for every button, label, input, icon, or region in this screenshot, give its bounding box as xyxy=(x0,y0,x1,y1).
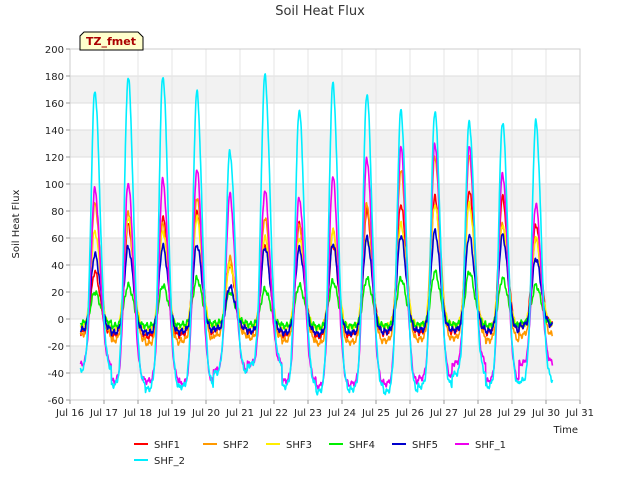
y-tick-label: 80 xyxy=(51,207,64,218)
x-tick-label: Jul 19 xyxy=(157,408,186,419)
x-tick-label: Jul 20 xyxy=(191,408,220,419)
y-tick-label: 160 xyxy=(45,99,64,110)
chart-title: Soil Heat Flux xyxy=(275,4,365,19)
plot-band xyxy=(70,76,580,103)
y-tick-label: 40 xyxy=(51,261,64,272)
y-tick-label: 60 xyxy=(51,234,64,245)
y-tick-label: 140 xyxy=(45,126,64,137)
y-tick-label: -20 xyxy=(48,342,64,353)
x-tick-label: Jul 26 xyxy=(395,408,424,419)
y-tick-label: 200 xyxy=(45,45,64,56)
legend-label: SHF3 xyxy=(286,440,312,451)
y-axis-label: Soil Heat Flux xyxy=(11,189,22,258)
y-tick-label: -60 xyxy=(48,396,64,407)
x-tick-label: Jul 24 xyxy=(327,408,356,419)
legend-label: SHF2 xyxy=(223,440,249,451)
x-tick-label: Jul 31 xyxy=(565,408,594,419)
legend-label: SHF_1 xyxy=(475,440,506,451)
x-tick-label: Jul 16 xyxy=(55,408,84,419)
y-tick-label: 100 xyxy=(45,180,64,191)
legend-label: SHF4 xyxy=(349,440,375,451)
plot-band xyxy=(70,49,580,76)
y-tick-label: 120 xyxy=(45,153,64,164)
x-tick-label: Jul 28 xyxy=(463,408,492,419)
station-badge-label: TZ_fmet xyxy=(86,35,136,48)
soil-heat-flux-chart: -60 -40 -20 0 20 40 60 80 100 120 140 160 180 200 Jul … xyxy=(0,0,640,480)
station-badge: TZ_fmet xyxy=(79,31,144,51)
x-tick-label: Jul 17 xyxy=(89,408,118,419)
x-tick-label: Jul 18 xyxy=(123,408,152,419)
x-tick-label: Jul 25 xyxy=(361,408,390,419)
x-tick-label: Jul 23 xyxy=(293,408,322,419)
legend-label: SHF5 xyxy=(412,440,438,451)
y-tick-label: -40 xyxy=(48,369,64,380)
legend-label: SHF1 xyxy=(154,440,180,451)
x-tick-label: Jul 30 xyxy=(531,408,560,419)
y-tick-label: 20 xyxy=(51,288,64,299)
y-tick-label: 180 xyxy=(45,72,64,83)
x-axis-label: Time xyxy=(553,425,578,436)
x-tick-label: Jul 22 xyxy=(259,408,288,419)
x-tick-label: Jul 27 xyxy=(429,408,458,419)
legend-label: SHF_2 xyxy=(154,456,185,467)
y-tick-label: 0 xyxy=(58,315,64,326)
x-tick-label: Jul 21 xyxy=(225,408,254,419)
x-tick-label: Jul 29 xyxy=(497,408,526,419)
plot-band xyxy=(70,373,580,400)
